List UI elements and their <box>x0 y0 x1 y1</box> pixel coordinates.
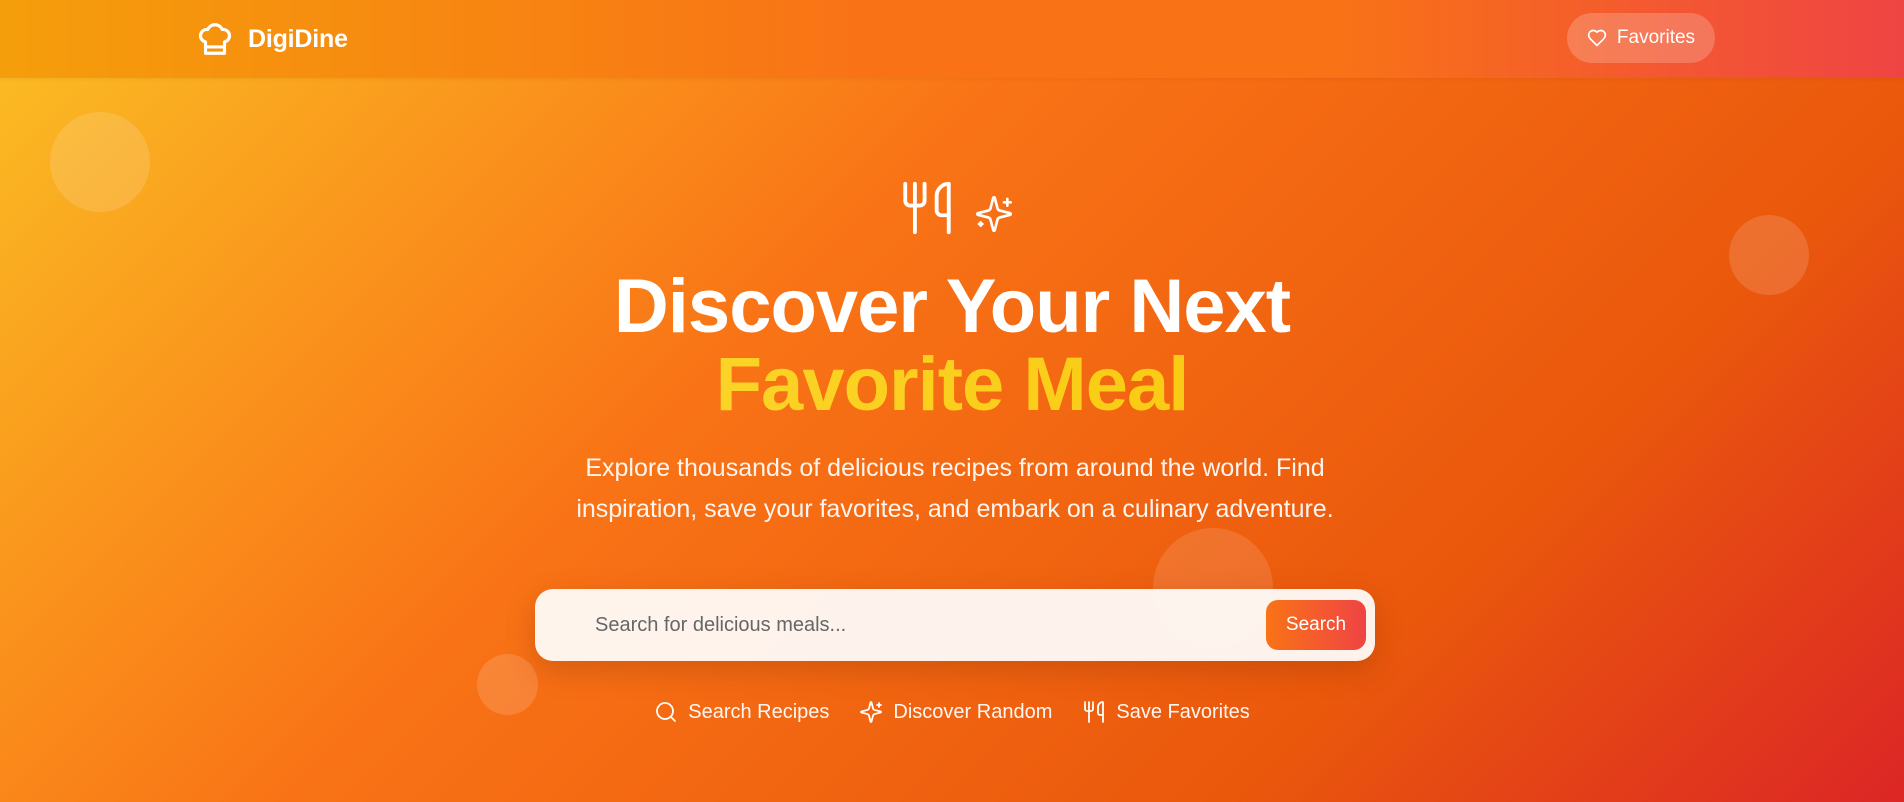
favorites-button[interactable]: Favorites <box>1567 13 1715 63</box>
feature-label: Search Recipes <box>688 700 830 723</box>
hero-title-line2: Favorite Meal <box>0 346 1904 424</box>
top-navbar: DigiDine Favorites <box>0 0 1904 78</box>
decorative-bubble <box>50 112 150 212</box>
favorites-label: Favorites <box>1616 27 1696 48</box>
brand-name: DigiDine <box>248 24 348 53</box>
hero-icon-group <box>898 178 1014 238</box>
heart-icon <box>1587 28 1607 48</box>
hero-subtitle: Explore thousands of delicious recipes f… <box>576 454 1334 523</box>
feature-discover-random: Discover Random <box>859 700 1052 724</box>
feature-search-recipes: Search Recipes <box>654 700 829 724</box>
utensils-icon <box>1082 700 1106 724</box>
hero-title: Discover Your Next Favorite Meal <box>0 268 1904 424</box>
search-icon <box>654 700 678 724</box>
feature-label: Save Favorites <box>1116 700 1250 723</box>
chef-hat-icon <box>196 20 234 58</box>
search-input[interactable] <box>595 589 1295 661</box>
brand-logo[interactable]: DigiDine <box>196 20 348 58</box>
sparkles-icon <box>974 194 1014 234</box>
feature-label: Discover Random <box>893 700 1053 723</box>
feature-list: Search Recipes Discover Random Save Favo… <box>0 700 1904 724</box>
sparkles-icon <box>859 700 883 724</box>
search-button[interactable]: Search <box>1266 600 1366 650</box>
hero-title-line1: Discover Your Next <box>613 264 1291 349</box>
utensils-icon <box>898 178 956 238</box>
search-bar: Search <box>535 589 1375 661</box>
feature-save-favorites: Save Favorites <box>1082 700 1250 724</box>
